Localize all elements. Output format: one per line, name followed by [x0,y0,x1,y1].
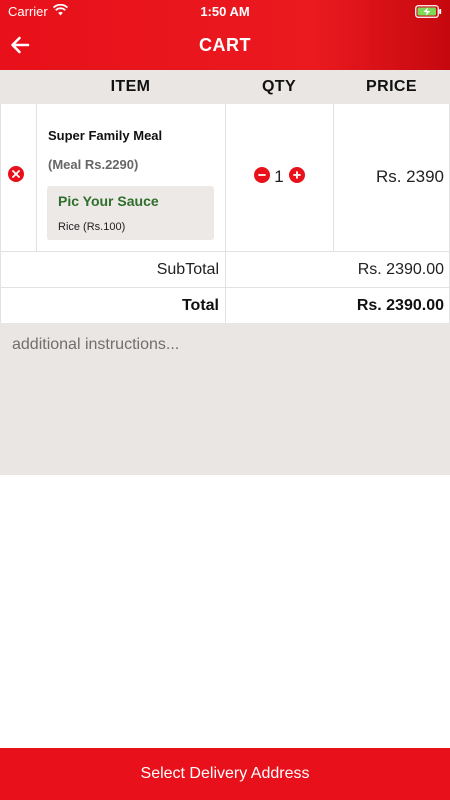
status-bar: Carrier 1:50 AM [0,0,450,24]
page-title: CART [199,35,251,55]
item-name: Super Family Meal [48,128,163,143]
table-divider [225,104,226,323]
plus-icon [293,166,301,184]
addon-item: Rice (Rs.100) [58,221,126,233]
column-header-price: PRICE [366,78,417,95]
addon-group-title: Pic Your Sauce [58,193,159,209]
back-button[interactable] [6,33,34,61]
select-delivery-address-button[interactable]: Select Delivery Address [0,748,450,800]
minus-icon [258,166,266,184]
battery-charging-icon [415,5,442,21]
remove-circle-x-icon [12,165,20,183]
column-header-item: ITEM [110,78,151,95]
table-divider [36,104,37,251]
total-value: Rs. 2390.00 [356,297,444,314]
subtotal-label: SubTotal [156,261,219,278]
table-border-left [0,104,1,323]
nav-bar: CART [0,24,450,70]
table-divider [0,287,450,288]
table-divider [333,104,334,251]
cart-table-header: ITEM QTY PRICE [0,70,450,104]
remove-item-button[interactable] [8,166,24,182]
total-label: Total [181,297,219,314]
arrow-left-icon [10,36,30,59]
addon-box: Pic Your Sauce Rice (Rs.100) [47,186,214,240]
status-time: 1:50 AM [200,4,250,19]
decrease-quantity-button[interactable] [254,167,270,183]
table-divider [0,251,450,252]
item-price: Rs. 2390 [375,167,444,186]
increase-quantity-button[interactable] [289,167,305,183]
additional-instructions-input[interactable] [0,323,450,475]
quantity-value: 1 [274,167,284,186]
item-meal-price: (Meal Rs.2290) [48,157,139,172]
app-header: Carrier 1:50 AM CART [0,0,450,70]
column-header-qty: QTY [261,78,297,95]
subtotal-value: Rs. 2390.00 [357,261,444,278]
